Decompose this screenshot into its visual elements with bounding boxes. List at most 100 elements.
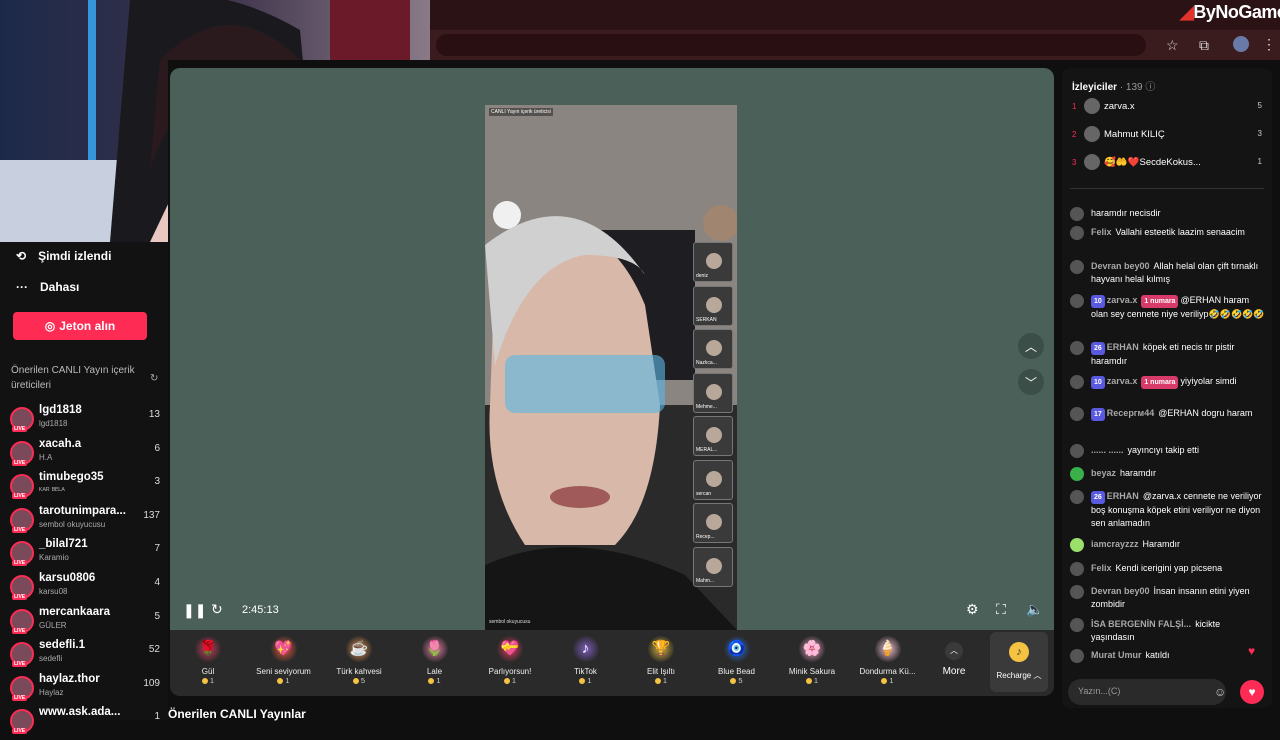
viewers-header[interactable]: İzleyiciler · 139 ⓘ — [1072, 78, 1155, 93]
chat-username[interactable]: ERHAN — [1107, 491, 1139, 501]
avatar — [1070, 490, 1084, 504]
viewer-gift-count: 5 — [1257, 101, 1262, 110]
chat-username[interactable]: İSA BERGENİN FALŞİ... — [1091, 619, 1191, 629]
chat-input[interactable]: Yazın...(C) — [1068, 679, 1226, 705]
previous-stream-button[interactable]: ︿ — [1018, 333, 1044, 359]
live-badge: LIVE — [12, 694, 28, 701]
floating-heart-icon: ♥ — [1248, 644, 1256, 658]
chat-username[interactable]: Murat Umur — [1091, 650, 1142, 660]
info-icon[interactable]: ⓘ — [1145, 82, 1155, 93]
chat-message: ...... ...... yayıncıyı takip etti — [1070, 444, 1266, 458]
profile-avatar[interactable] — [1233, 36, 1249, 52]
guest-tile[interactable]: Nazlıca... — [693, 329, 733, 369]
chat-message-body: Devran bey00 İnsan insanın etini yiyen zo… — [1091, 585, 1266, 611]
gift-item[interactable]: 🍦 Dondurma Kü... 1 — [850, 636, 926, 685]
live-video[interactable]: CANLI Yayın içerik üreticisi sembol okuy… — [485, 105, 737, 630]
chat-username[interactable]: Devran bey00 — [1091, 586, 1150, 596]
refresh-icon[interactable]: ↻ — [150, 373, 158, 384]
gift-item[interactable]: 🌹 Gül 1 — [170, 636, 246, 685]
guest-avatar — [706, 427, 722, 443]
gift-price: 1 — [170, 676, 246, 685]
guest-tile[interactable]: deniz — [693, 242, 733, 282]
creator-item[interactable]: LIVE mercankaara GÜLER 5 — [10, 606, 160, 640]
volume-button[interactable]: 🔈 — [1026, 601, 1043, 618]
like-button[interactable]: ♥ — [1240, 680, 1264, 704]
more-gifts-button[interactable]: ︿ More — [934, 642, 974, 677]
next-stream-button[interactable]: ﹀ — [1018, 369, 1044, 395]
creator-item[interactable]: LIVE timubego35 ᴷᴬᴿ ᴮᴱᴸᴬ 3 — [10, 471, 160, 505]
chat-username[interactable]: zarva.x — [1107, 295, 1138, 305]
emoji-icon[interactable]: ☺ — [1214, 685, 1226, 699]
creator-item[interactable]: LIVE _bilal721 Karamio 7 — [10, 538, 160, 572]
gift-price: 1 — [397, 676, 473, 685]
gift-name: Blue Bead — [718, 667, 755, 676]
chat-username[interactable]: iamcrayzzz — [1091, 539, 1139, 549]
gift-item[interactable]: 🧿 Blue Bead 5 — [699, 636, 775, 685]
guest-tile[interactable]: SERKAN — [693, 285, 733, 326]
creator-item[interactable]: LIVE karsu0806 karsu08 4 — [10, 572, 160, 606]
guest-tile[interactable]: Mahm... — [693, 546, 733, 587]
recharge-button[interactable]: ♪ Recharge ︿ — [990, 632, 1048, 692]
gift-bar: 🌹 Gül 1 💖 Seni seviyorum 1 ☕ Türk kahvesi 5 🌷 Lale… — [170, 630, 1054, 696]
chat-text: haramdır — [1120, 468, 1157, 478]
channel-watermark: ◢ByNoGame — [1180, 2, 1280, 23]
bookmark-star-icon[interactable]: ☆ — [1166, 37, 1179, 54]
guest-name: sercan — [696, 490, 712, 497]
left-sidebar: ⟲ Şimdi izlendi ··· Dahası ◎ Jeton alın Öne… — [0, 242, 168, 735]
address-bar[interactable] — [436, 34, 1146, 56]
extensions-icon[interactable]: ⧉ — [1199, 37, 1209, 54]
gift-item[interactable]: 💝 Parlıyorsun! 1 — [472, 636, 548, 685]
creator-item[interactable]: LIVE lgd1818 lgd1818 13 — [10, 404, 160, 438]
settings-button[interactable]: ⚙ — [966, 601, 979, 618]
chat-username[interactable]: ...... ...... — [1091, 445, 1124, 455]
viewer-row[interactable]: 2 Mahmut KILIÇ 3 — [1072, 126, 1262, 146]
gift-item[interactable]: ♪ TikTok 1 — [548, 636, 624, 685]
gift-price: 1 — [548, 676, 624, 685]
viewer-gift-count: 1 — [1257, 157, 1262, 166]
gift-item[interactable]: 🏆 Elit Işıltı 1 — [623, 636, 699, 685]
watched-link[interactable]: ⟲ Şimdi izlendi — [16, 249, 111, 263]
gift-item[interactable]: 🌷 Lale 1 — [397, 636, 473, 685]
reload-button[interactable]: ↻ — [211, 601, 223, 618]
pause-button[interactable]: ❚❚ — [183, 602, 206, 619]
viewer-row[interactable]: 3 🥰🤲❤️SecdeKokus... 1 — [1072, 154, 1262, 174]
gift-item[interactable]: ☕ Türk kahvesi 5 — [321, 636, 397, 685]
avatar — [1084, 154, 1100, 170]
coin-icon: ♪ — [1009, 642, 1029, 662]
live-badge: LIVE — [12, 661, 28, 668]
creator-item[interactable]: LIVE sedefli.1 sedefli 52 — [10, 639, 160, 673]
creator-item[interactable]: LIVE tarotunimpara... sembol okuyucusu 137 — [10, 505, 160, 539]
creator-item[interactable]: LIVE haylaz.thor Haylaz 109 — [10, 673, 160, 707]
fullscreen-icon: ⛶ — [996, 601, 1006, 617]
fullscreen-button[interactable]: ⛶ — [996, 601, 1006, 618]
get-coins-button[interactable]: ◎ Jeton alın — [13, 312, 147, 340]
chat-username[interactable]: beyaz — [1091, 468, 1116, 478]
chat-username[interactable]: Felix — [1091, 563, 1112, 573]
chat-username[interactable]: Recepгм44 — [1107, 408, 1154, 418]
creator-subtitle: sedefli — [39, 654, 63, 664]
coin-icon — [428, 678, 435, 685]
guest-tile[interactable]: MERAL... — [693, 416, 733, 456]
chat-username[interactable]: ERHAN — [1107, 342, 1139, 352]
creator-item[interactable]: LIVE xacah.a H.A 6 — [10, 438, 160, 472]
browser-menu-icon[interactable]: ⋮ — [1262, 36, 1276, 53]
gift-price-value: 1 — [511, 676, 517, 685]
guest-tile[interactable]: Mehme... — [693, 372, 733, 413]
gift-item[interactable]: 💖 Seni seviyorum 1 — [246, 636, 322, 685]
viewer-row[interactable]: 1 zarva.x 5 — [1072, 98, 1262, 118]
chat-username[interactable]: Felix — [1091, 227, 1112, 237]
chat-message: Murat Umur katıldı — [1070, 649, 1266, 663]
avatar — [1070, 618, 1084, 632]
chat-text: yayıncıyı takip etti — [1127, 445, 1200, 455]
viewer-count: 4 — [154, 577, 160, 588]
guest-tile[interactable]: sercan — [693, 459, 733, 500]
chat-username[interactable]: Devran bey00 — [1091, 261, 1150, 271]
gift-item[interactable]: 🌸 Minik Sakura 1 — [774, 636, 850, 685]
guest-tile[interactable]: Recep... — [693, 503, 733, 543]
chat-message-body: İSA BERGENİN FALŞİ... kicikte yaşındasın — [1091, 618, 1266, 644]
chat-username[interactable]: zarva.x — [1107, 376, 1138, 386]
coin-icon — [730, 678, 737, 685]
gift-price-value: 1 — [209, 676, 215, 685]
creator-item[interactable]: LIVE www.ask.ada... 1 — [10, 706, 160, 740]
more-link[interactable]: ··· Dahası — [16, 280, 79, 294]
